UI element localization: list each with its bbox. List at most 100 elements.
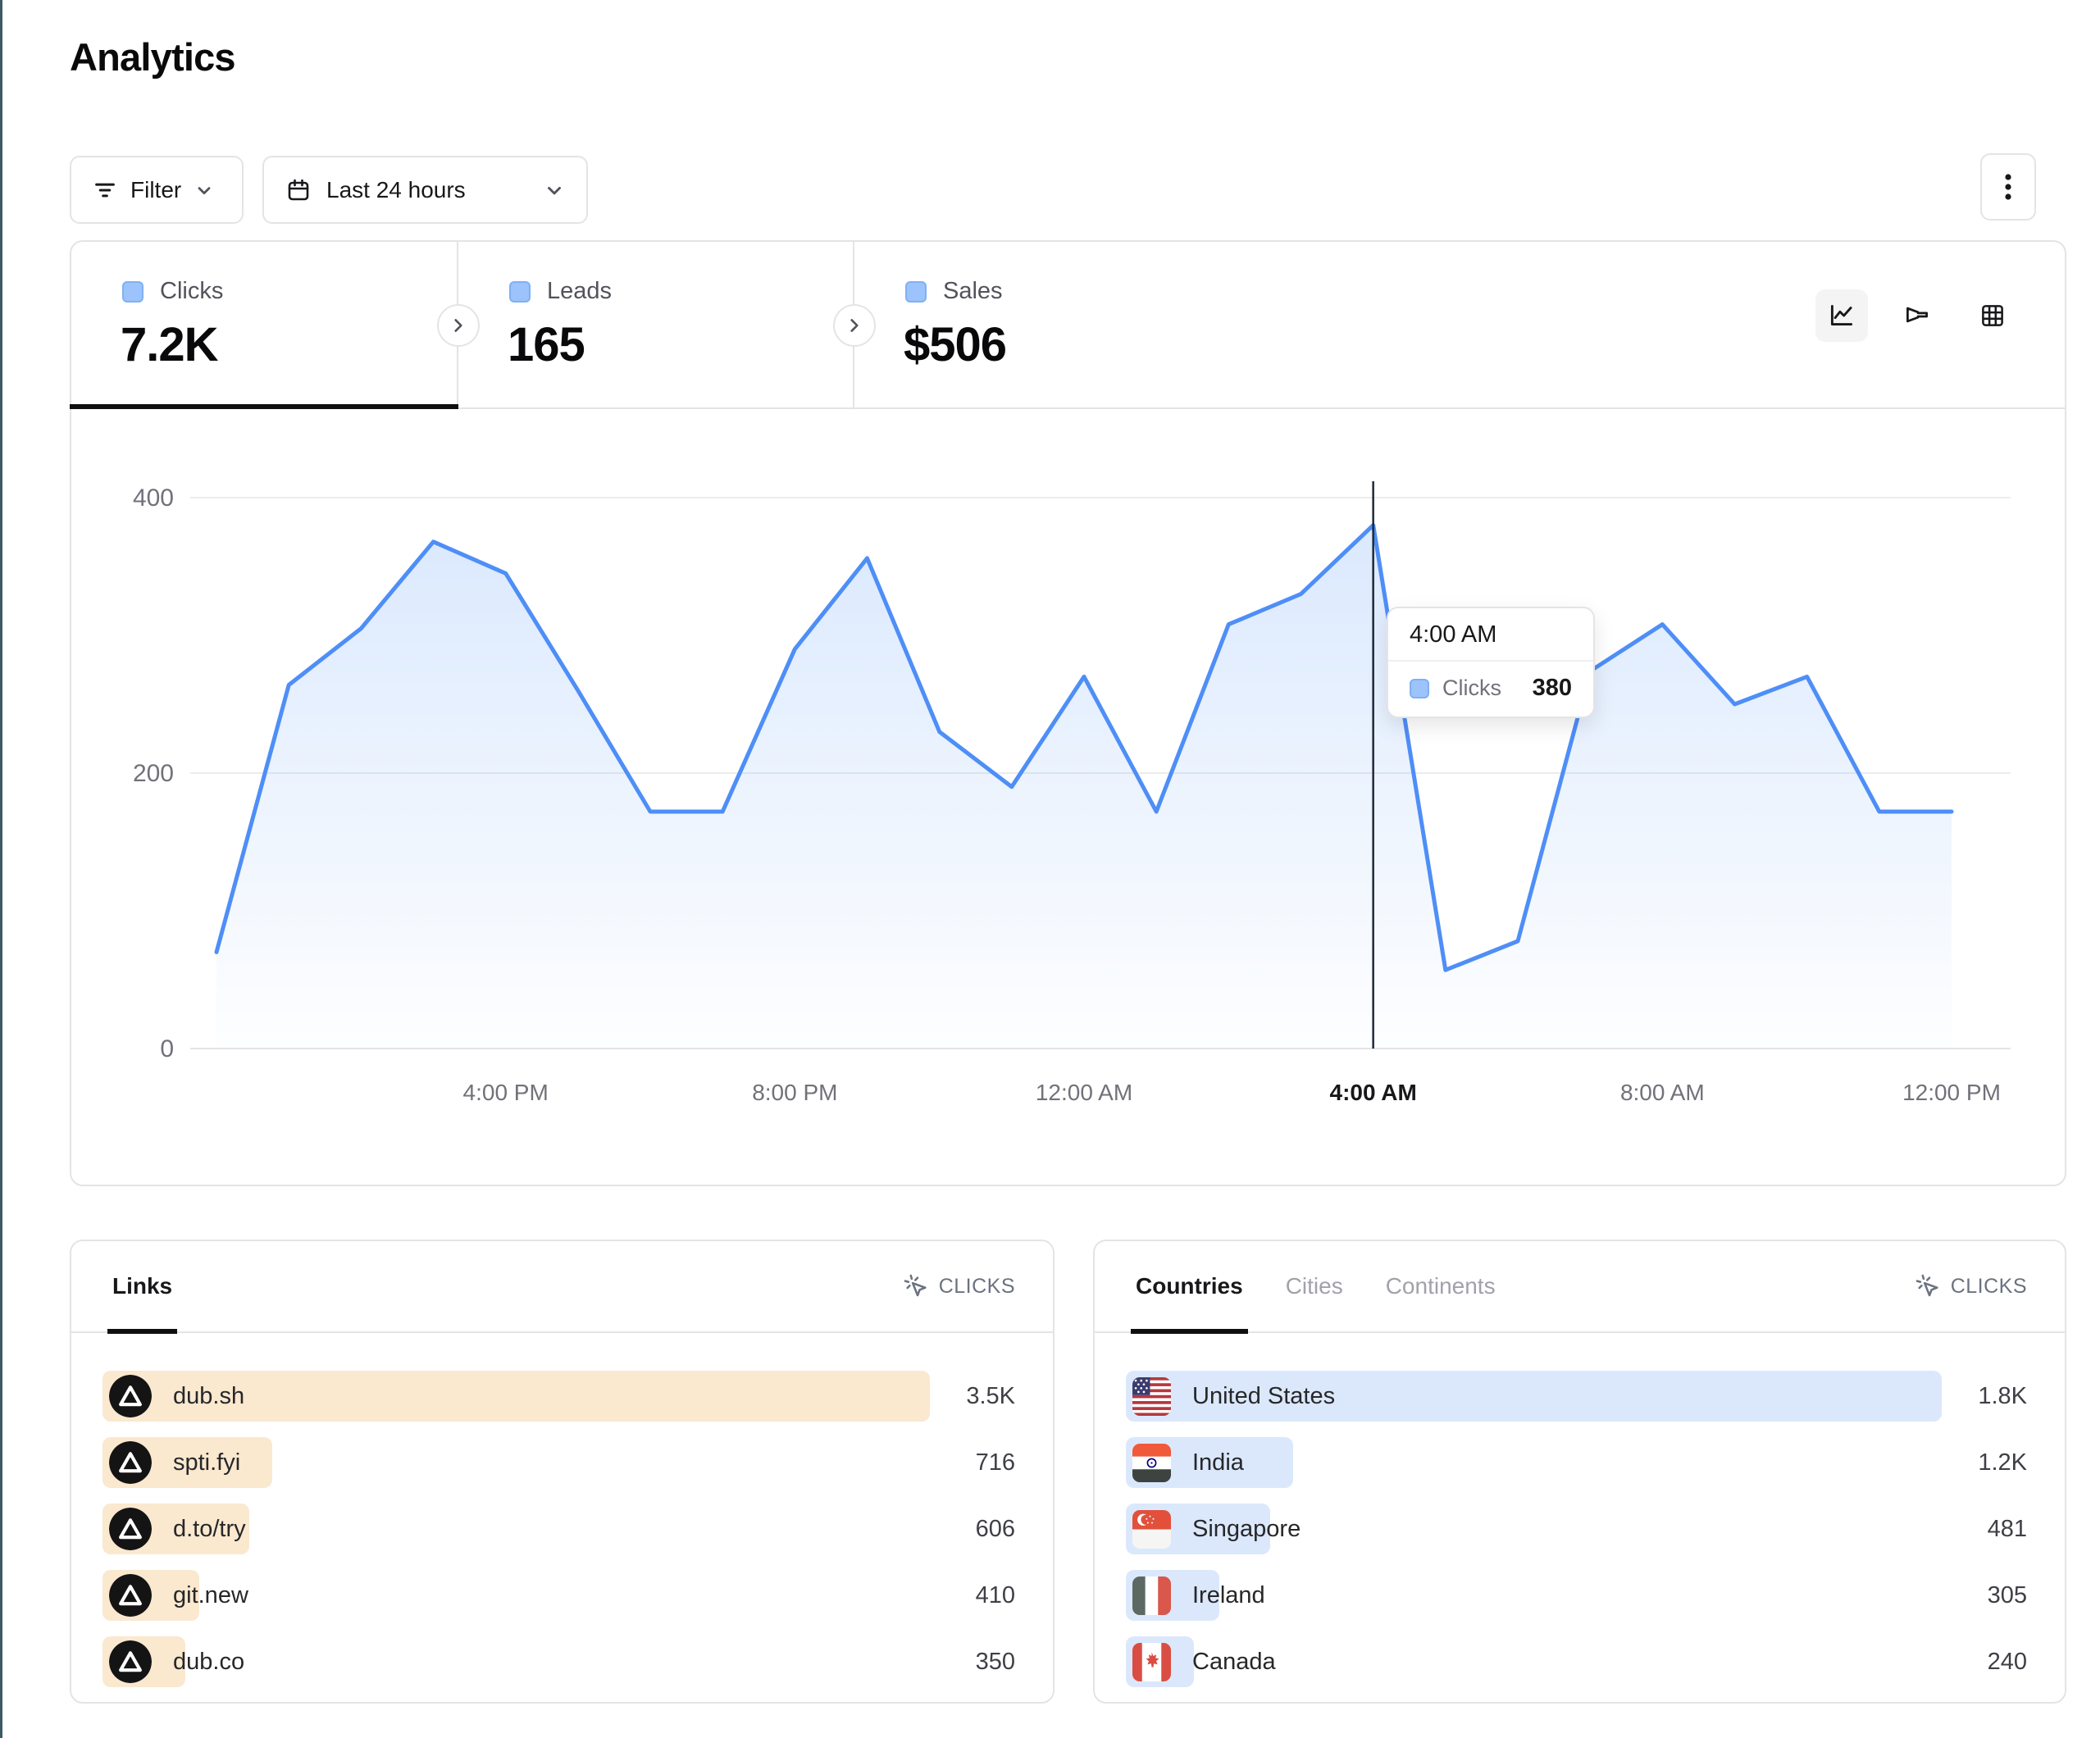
list-item[interactable]: git.new 410 [102,1570,1015,1621]
filter-lines-icon [93,178,117,202]
funnel-view-button[interactable] [1891,289,1943,342]
list-item[interactable]: Singapore 481 [1126,1504,2027,1554]
table-view-button[interactable] [1966,289,2019,342]
date-range-label: Last 24 hours [326,177,466,203]
clicks-legend-swatch [122,281,143,303]
dub-logo-avatar [109,1508,152,1550]
svg-text:12:00 AM: 12:00 AM [1036,1080,1132,1105]
sales-legend-swatch [905,281,927,303]
dub-logo-avatar [109,1441,152,1484]
list-item-value: 606 [930,1516,1015,1543]
expand-clicks-chevron[interactable] [437,304,480,347]
chart-tooltip: 4:00 AM Clicks 380 [1387,607,1595,718]
list-item-label: Canada [1192,1649,1276,1676]
tooltip-value: 380 [1533,675,1572,702]
stats-tabs-row: Clicks 7.2K Leads 165 Sales $506 [71,242,2065,409]
canada-flag-icon [1132,1643,1171,1681]
list-item-label: Singapore [1192,1516,1301,1543]
tab-cities[interactable]: Cities [1286,1240,1343,1332]
list-item[interactable]: dub.sh 3.5K [102,1371,1015,1422]
left-accent-bar [0,0,2,1738]
list-item[interactable]: United States 1.8K [1126,1371,2027,1422]
dub-logo-avatar [109,1375,152,1417]
svg-text:4:00 AM: 4:00 AM [1330,1080,1417,1105]
list-item[interactable]: spti.fyi 716 [102,1437,1015,1488]
dub-logo-avatar [109,1640,152,1683]
expand-leads-chevron[interactable] [833,304,876,347]
stat-label: Leads [547,278,612,305]
list-item-value: 3.5K [930,1383,1015,1410]
tab-cities-label: Cities [1286,1273,1343,1299]
list-item-label: United States [1192,1383,1335,1410]
tab-sales[interactable]: Sales $506 [854,242,1281,409]
calendar-icon [285,177,312,203]
india-flag-icon [1132,1444,1171,1482]
list-item-value: 1.8K [1942,1383,2027,1410]
tab-countries[interactable]: Countries [1136,1240,1243,1332]
cursor-click-icon [903,1273,929,1299]
dub-logo-avatar [109,1508,152,1550]
in-flag-icon [1132,1444,1171,1482]
ie-flag-icon [1132,1576,1171,1615]
tab-leads[interactable]: Leads 165 [458,242,854,409]
svg-text:8:00 PM: 8:00 PM [752,1080,837,1105]
sales-value: $506 [904,317,1006,372]
countries-panel-header: Countries Cities Continents CLICKS [1095,1241,2065,1333]
countries-metric-selector[interactable]: CLICKS [1915,1273,2027,1299]
line-chart-view-button[interactable] [1815,289,1868,342]
svg-text:12:00 PM: 12:00 PM [1902,1080,2001,1105]
countries-list: United States 1.8K India 1.2K Singapore … [1095,1333,2065,1687]
chevron-right-icon [845,316,863,334]
svg-text:4:00 PM: 4:00 PM [463,1080,549,1105]
tab-links-label: Links [112,1273,172,1299]
svg-text:0: 0 [160,1035,174,1062]
leads-legend-swatch [509,281,531,303]
chart-view-toggles [1815,289,2019,342]
us-flag-icon [1132,1377,1171,1416]
tab-countries-label: Countries [1136,1273,1243,1299]
tab-links[interactable]: Links [112,1240,172,1332]
clicks-value: 7.2K [121,317,218,372]
list-item-value: 1.2K [1942,1449,2027,1476]
us-flag-icon [1132,1377,1171,1416]
tab-continents-label: Continents [1386,1273,1496,1299]
list-item[interactable]: Ireland 305 [1126,1570,2027,1621]
chevron-down-icon [544,180,565,201]
list-item[interactable]: Canada 240 [1126,1636,2027,1687]
list-item-label: Ireland [1192,1582,1265,1609]
date-range-button[interactable]: Last 24 hours [262,156,588,224]
dub-logo-avatar [109,1375,152,1417]
leads-value: 165 [508,317,585,372]
tooltip-time: 4:00 AM [1388,608,1593,662]
svg-text:400: 400 [133,485,174,512]
filter-button[interactable]: Filter [70,156,244,224]
chevron-right-icon [449,316,467,334]
tab-clicks[interactable]: Clicks 7.2K [71,242,458,409]
stat-label: Clicks [160,278,223,305]
links-metric-label: CLICKS [939,1275,1015,1299]
links-metric-selector[interactable]: CLICKS [903,1273,1015,1299]
dub-logo-avatar [109,1640,152,1683]
sg-flag-icon [1132,1510,1171,1549]
clicks-time-series-chart[interactable]: 0 200 400 4:00 PM 8:00 PM 12:00 AM 4:00 AM 8:00… [71,409,2065,1185]
more-options-button[interactable] [1980,153,2036,221]
list-item-label: spti.fyi [173,1449,240,1476]
line-chart-icon [1826,300,1857,331]
list-item-label: India [1192,1449,1244,1476]
dub-logo-avatar [109,1574,152,1617]
list-item-value: 410 [930,1582,1015,1609]
tab-continents[interactable]: Continents [1386,1240,1496,1332]
active-tab-underline [70,404,458,409]
list-item[interactable]: d.to/try 606 [102,1504,1015,1554]
list-item-label: d.to/try [173,1516,246,1543]
funnel-chart-icon [1902,300,1933,331]
singapore-flag-icon [1132,1510,1171,1549]
svg-text:200: 200 [133,760,174,787]
stat-label: Sales [943,278,1003,305]
svg-text:8:00 AM: 8:00 AM [1620,1080,1705,1105]
list-item[interactable]: dub.co 350 [102,1636,1015,1687]
list-item[interactable]: India 1.2K [1126,1437,2027,1488]
list-item-value: 240 [1942,1649,2027,1676]
chevron-down-icon [194,180,214,200]
list-item-value: 481 [1942,1516,2027,1543]
